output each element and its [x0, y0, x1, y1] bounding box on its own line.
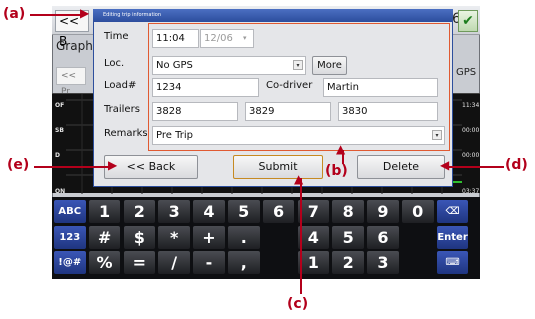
annotation-e-arrowhead: ▶	[108, 158, 118, 172]
confirm-button[interactable]: ✔	[458, 10, 478, 32]
key-1-1[interactable]: #	[88, 225, 121, 249]
key-2-0[interactable]: !@#	[54, 251, 86, 274]
time-label: Time	[104, 31, 129, 42]
key-2-7[interactable]: 1	[297, 251, 330, 274]
codriver-label: Co-driver	[266, 80, 313, 91]
annotation-c-line	[300, 178, 302, 294]
trailer-input-3[interactable]: 3830	[338, 102, 438, 121]
trailer-input-2[interactable]: 3829	[245, 102, 331, 121]
loc-value: No GPS	[156, 60, 193, 71]
loc-select[interactable]: No GPS ▾	[152, 56, 306, 75]
delete-button[interactable]: Delete	[357, 155, 445, 179]
annotation-a-arrowhead: ▶	[80, 6, 90, 20]
key-0-7[interactable]: 7	[297, 200, 330, 223]
duty-sleeper: SB	[55, 127, 64, 134]
key-1-9[interactable]: 6	[367, 225, 399, 249]
key-0-1[interactable]: 1	[88, 200, 121, 223]
chevron-down-icon: ▾	[432, 130, 442, 140]
key-1-8[interactable]: 5	[332, 225, 364, 249]
trailers-label: Trailers	[104, 104, 140, 115]
submit-button[interactable]: Submit	[233, 155, 323, 179]
gps-label: GPS	[456, 67, 477, 78]
key-2-2[interactable]: =	[123, 251, 156, 274]
annotation-c: (c)	[287, 296, 309, 312]
back-button[interactable]: << Back	[104, 155, 198, 179]
chevron-down-icon: ▾	[243, 34, 247, 42]
codriver-input[interactable]: Martin	[323, 78, 438, 97]
annotation-e: (e)	[7, 157, 30, 173]
key-1-7[interactable]: 4	[297, 225, 330, 249]
more-button[interactable]: More	[312, 56, 347, 75]
load-input[interactable]: 1234	[152, 78, 259, 97]
prev-button[interactable]: << Pr	[56, 67, 86, 97]
date-select[interactable]: 12/06 ▾	[200, 29, 254, 48]
remarks-select[interactable]: Pre Trip ▾	[152, 126, 445, 145]
key-1-4[interactable]: +	[193, 225, 225, 249]
key-0-10[interactable]: 0	[402, 200, 434, 223]
annotation-b-arrowhead: ▲	[336, 142, 346, 156]
key-2-4[interactable]: -	[193, 251, 225, 274]
annotation-d-arrowhead: ◀	[440, 158, 450, 172]
key-2-3[interactable]: /	[158, 251, 190, 274]
key-2-8[interactable]: 2	[332, 251, 364, 274]
key-2-11[interactable]: ⌨	[436, 251, 469, 274]
key-0-4[interactable]: 4	[193, 200, 225, 223]
annotation-a: (a)	[3, 6, 26, 22]
key-2-5[interactable]: ,	[228, 251, 260, 274]
chevron-down-icon: ▾	[293, 60, 303, 70]
key-1-2[interactable]: $	[123, 225, 156, 249]
duty-driving: D	[55, 152, 60, 159]
key-0-2[interactable]: 2	[123, 200, 156, 223]
remarks-value: Pre Trip	[156, 130, 193, 141]
key-1-5[interactable]: .	[228, 225, 260, 249]
dialog-title: Editing trip information	[93, 9, 453, 22]
key-0-3[interactable]: 3	[158, 200, 190, 223]
time-driving: 00:00	[462, 152, 480, 159]
annotation-c-arrowhead: ▲	[294, 172, 304, 186]
key-0-8[interactable]: 8	[332, 200, 364, 223]
trailer-input-1[interactable]: 3828	[152, 102, 238, 121]
check-icon: ✔	[462, 13, 474, 29]
annotation-b: (b)	[325, 163, 348, 179]
time-input[interactable]: 11:04	[152, 29, 199, 48]
graph-tab[interactable]: Graph	[56, 39, 93, 53]
key-0-0[interactable]: ABC	[54, 200, 86, 223]
key-2-1[interactable]: %	[88, 251, 121, 274]
annotation-a-line	[30, 14, 82, 16]
annotation-e-line	[34, 166, 112, 168]
key-2-9[interactable]: 3	[367, 251, 399, 274]
key-1-0[interactable]: 123	[54, 225, 86, 249]
annotation-d-line	[448, 166, 504, 168]
key-1-11[interactable]: Enter	[436, 225, 469, 249]
remarks-label: Remarks	[104, 128, 148, 139]
key-0-5[interactable]: 5	[228, 200, 260, 223]
time-on: 03:37	[462, 188, 480, 195]
key-0-11[interactable]: ⌫	[436, 200, 469, 223]
key-1-3[interactable]: *	[158, 225, 190, 249]
duty-on: ON	[55, 188, 66, 195]
key-0-9[interactable]: 9	[367, 200, 399, 223]
key-0-6[interactable]: 6	[262, 200, 295, 223]
load-label: Load#	[104, 80, 137, 91]
annotation-d: (d)	[505, 157, 528, 173]
time-sleeper: 00:00	[462, 127, 480, 134]
time-off: 11:34	[462, 102, 480, 109]
loc-label: Loc.	[104, 58, 125, 69]
date-value: 12/06	[204, 33, 233, 44]
duty-off: OF	[55, 102, 65, 109]
